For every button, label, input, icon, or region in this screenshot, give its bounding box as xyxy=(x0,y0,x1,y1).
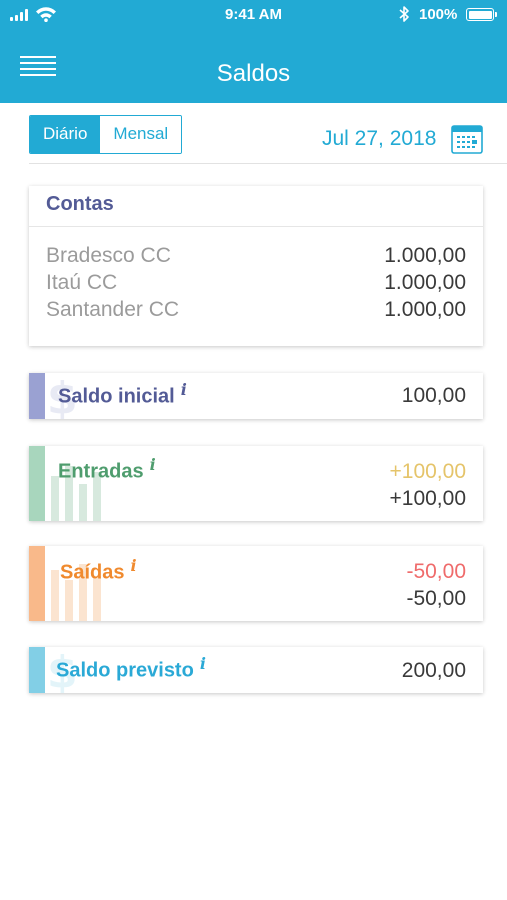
info-icon[interactable]: i xyxy=(200,654,206,673)
account-name: Itaú CC xyxy=(46,271,118,294)
saldo-previsto-bar xyxy=(29,647,45,693)
saidas-actual: -50,00 xyxy=(406,587,466,610)
toggle-mensal[interactable]: Mensal xyxy=(100,116,182,153)
saidas-bar xyxy=(29,546,45,621)
saidas-label: Saídas i xyxy=(60,556,137,584)
entradas-card[interactable]: Entradas i +100,00 +100,00 xyxy=(29,446,483,521)
contas-divider xyxy=(29,226,483,227)
saldo-inicial-value: 100,00 xyxy=(401,384,466,407)
account-name: Santander CC xyxy=(46,298,180,321)
account-row[interactable]: Itaú CC 1.000,00 xyxy=(46,271,466,298)
info-icon[interactable]: i xyxy=(130,556,136,575)
account-amount: 1.000,00 xyxy=(384,271,466,294)
date-label[interactable]: Jul 27, 2018 xyxy=(322,127,436,151)
saldo-inicial-label: Saldo inicial i xyxy=(58,380,187,408)
account-row[interactable]: Santander CC 1.000,00 xyxy=(46,298,466,325)
period-toggle: Diário Mensal xyxy=(29,115,183,154)
divider xyxy=(29,163,507,164)
info-icon[interactable]: i xyxy=(150,455,156,474)
top-bar: 9:41 AM 100% Saldos xyxy=(0,0,507,103)
saidas-forecast: -50,00 xyxy=(406,560,466,583)
account-name: Bradesco CC xyxy=(46,244,171,267)
account-row[interactable]: Bradesco CC 1.000,00 xyxy=(46,244,466,271)
page-title: Saldos xyxy=(216,60,291,87)
account-amount: 1.000,00 xyxy=(384,244,466,267)
contas-title: Contas xyxy=(46,193,114,215)
entradas-bar xyxy=(29,446,45,521)
battery-icon xyxy=(466,8,497,21)
saldo-previsto-label: Saldo previsto i xyxy=(56,654,206,682)
info-icon[interactable]: i xyxy=(181,380,187,399)
status-bar: 9:41 AM 100% xyxy=(0,0,507,32)
battery-percent: 100% xyxy=(419,6,458,23)
calendar-icon[interactable] xyxy=(451,123,483,154)
saldo-previsto-value: 200,00 xyxy=(401,659,466,682)
entradas-forecast: +100,00 xyxy=(389,460,467,483)
saldo-inicial-bar xyxy=(29,373,45,419)
entradas-label: Entradas i xyxy=(58,455,156,483)
saldo-inicial-card[interactable]: $ Saldo inicial i 100,00 xyxy=(29,373,483,419)
contas-card: Contas Bradesco CC 1.000,00 Itaú CC 1.00… xyxy=(29,186,483,346)
entradas-actual: +100,00 xyxy=(389,487,467,510)
saidas-card[interactable]: Saídas i -50,00 -50,00 xyxy=(29,546,483,621)
toggle-diario[interactable]: Diário xyxy=(30,116,101,153)
bluetooth-icon xyxy=(399,6,409,22)
saldo-previsto-card[interactable]: $ Saldo previsto i 200,00 xyxy=(29,647,483,693)
account-amount: 1.000,00 xyxy=(384,298,466,321)
